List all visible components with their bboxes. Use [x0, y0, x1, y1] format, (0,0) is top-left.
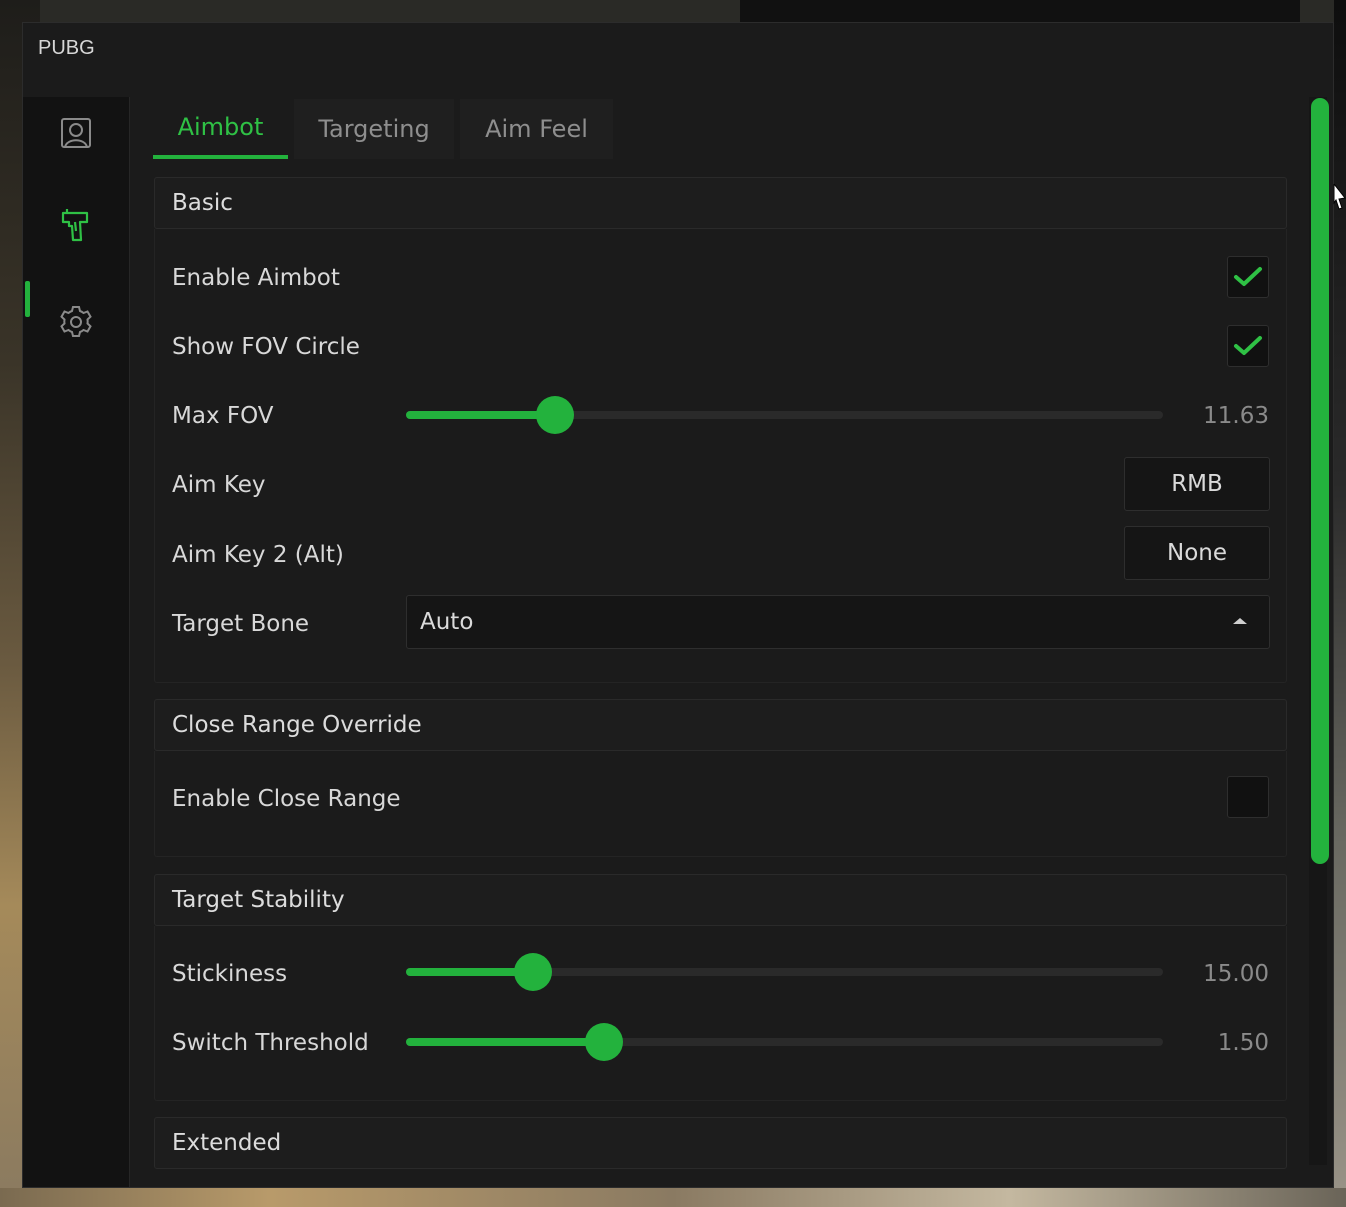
section-header-basic[interactable]: Basic	[154, 177, 1287, 229]
enable-close-range-label: Enable Close Range	[172, 786, 401, 812]
section-header-target-stability[interactable]: Target Stability	[154, 874, 1287, 926]
target-bone-value: Auto	[420, 609, 474, 635]
scrollbar-thumb[interactable]	[1311, 98, 1329, 864]
max-fov-label: Max FOV	[172, 403, 274, 429]
slider-knob[interactable]	[514, 953, 553, 991]
cheat-menu-window: PUBG Aimbot Targeting Aim Feel Basic Ena…	[22, 22, 1334, 1188]
stickiness-value: 15.00	[1203, 961, 1269, 987]
aim-key-button[interactable]: RMB	[1124, 457, 1270, 511]
section-header-extended[interactable]: Extended	[154, 1117, 1287, 1169]
user-icon[interactable]	[56, 113, 96, 153]
target-bone-label: Target Bone	[172, 611, 310, 637]
checkmark-icon	[1234, 336, 1262, 355]
show-fov-circle-label: Show FOV Circle	[172, 334, 360, 360]
aim-key-2-label: Aim Key 2 (Alt)	[172, 542, 344, 568]
enable-aimbot-label: Enable Aimbot	[172, 265, 340, 291]
enable-aimbot-checkbox[interactable]	[1227, 256, 1269, 298]
mouse-cursor-icon	[1333, 184, 1346, 210]
aim-key-label: Aim Key	[172, 472, 266, 498]
gun-icon[interactable]	[56, 207, 96, 247]
tab-aim-feel[interactable]: Aim Feel	[460, 99, 613, 159]
sidebar-active-indicator	[25, 281, 30, 317]
tab-aimbot[interactable]: Aimbot	[153, 99, 288, 159]
switch-threshold-slider[interactable]	[406, 1023, 1163, 1061]
stickiness-slider[interactable]	[406, 953, 1163, 991]
section-header-close-range[interactable]: Close Range Override	[154, 699, 1287, 751]
max-fov-value: 11.63	[1203, 403, 1269, 429]
checkmark-icon	[1234, 267, 1262, 286]
caret-up-icon	[1233, 618, 1247, 624]
max-fov-slider[interactable]	[406, 396, 1163, 434]
target-bone-dropdown[interactable]: Auto	[406, 595, 1270, 649]
slider-fill	[406, 1038, 605, 1046]
section-body-target-stability	[154, 926, 1287, 1101]
switch-threshold-label: Switch Threshold	[172, 1030, 369, 1056]
slider-fill	[406, 411, 556, 419]
show-fov-circle-checkbox[interactable]	[1227, 325, 1269, 367]
window-title: PUBG	[38, 37, 95, 59]
stickiness-label: Stickiness	[172, 961, 288, 987]
aim-key-2-button[interactable]: None	[1124, 526, 1270, 580]
gear-icon[interactable]	[56, 302, 96, 342]
tab-targeting[interactable]: Targeting	[294, 99, 454, 159]
enable-close-range-checkbox[interactable]	[1227, 776, 1269, 818]
sidebar	[23, 97, 130, 1187]
switch-threshold-value: 1.50	[1217, 1030, 1269, 1056]
slider-knob[interactable]	[536, 396, 575, 434]
